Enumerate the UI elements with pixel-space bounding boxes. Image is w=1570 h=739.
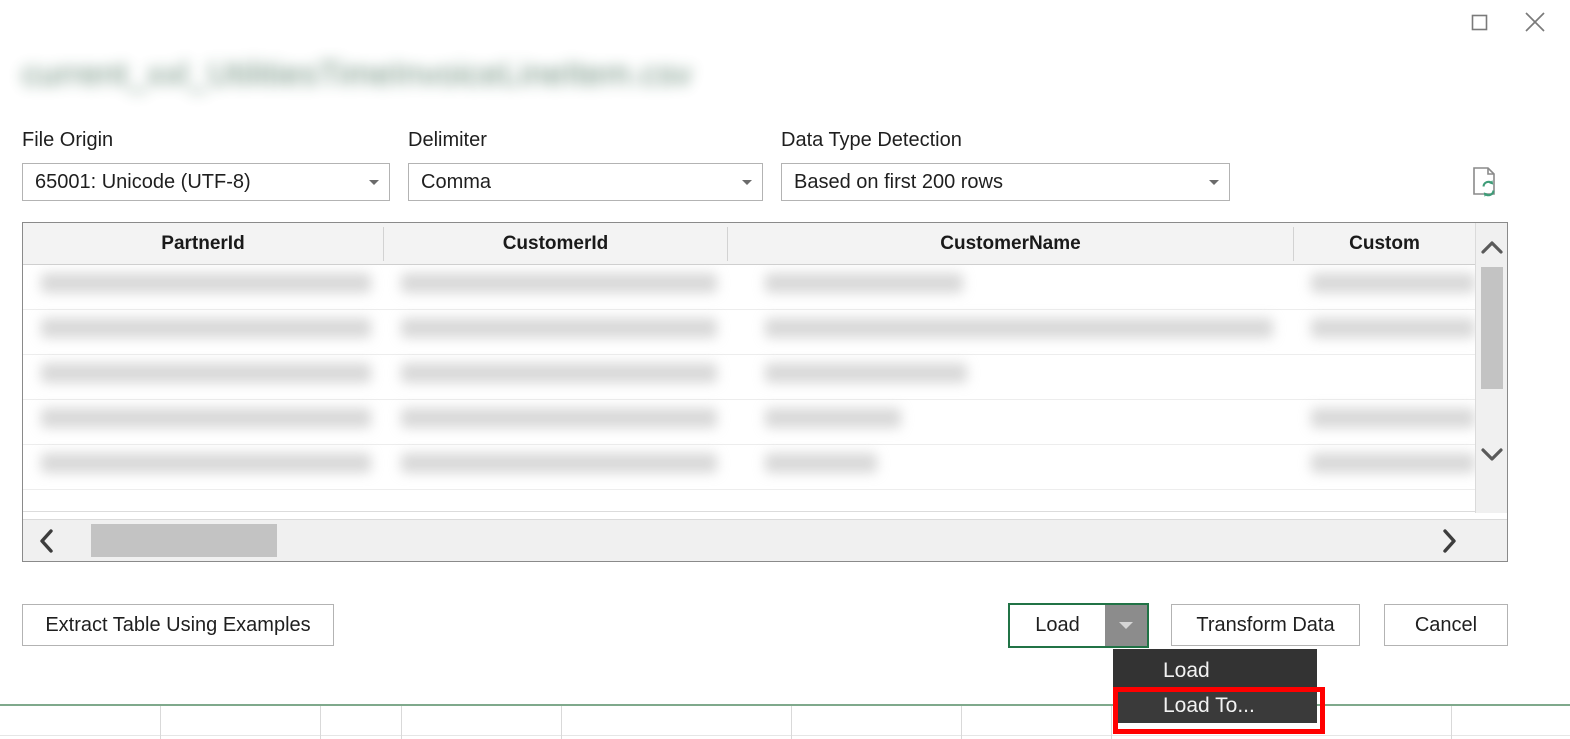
delimiter-value: Comma (421, 170, 492, 193)
table-row[interactable] (23, 310, 1475, 354)
caret-down-icon (1119, 622, 1133, 629)
cell-custom (1311, 273, 1475, 293)
column-header-partnerid[interactable]: PartnerId (23, 223, 383, 264)
table-row[interactable] (23, 265, 1475, 309)
cell-customerid (401, 453, 717, 473)
cell-custom (1311, 453, 1475, 473)
cell-customerid (401, 408, 717, 428)
cell-partnerid (41, 318, 371, 338)
csv-import-dialog: current_xxl_UtilitiesTimeInvoiceLineItem… (0, 0, 1570, 700)
cell-partnerid (41, 363, 371, 383)
data-type-detection-select[interactable]: Based on first 200 rows (781, 163, 1230, 201)
maximize-button[interactable] (1456, 2, 1502, 42)
load-split-button[interactable]: Load (1008, 603, 1149, 648)
chevron-down-icon (732, 179, 762, 185)
cell-custom (1311, 408, 1475, 428)
worksheet-column-divider (401, 706, 402, 739)
menu-item-load[interactable]: Load (1113, 653, 1317, 688)
data-type-detection-value: Based on first 200 rows (794, 170, 1003, 193)
table-row[interactable] (23, 445, 1475, 489)
cell-customerid (401, 318, 717, 338)
cell-customername (765, 453, 877, 473)
delimiter-select[interactable]: Comma (408, 163, 763, 201)
chevron-up-icon[interactable] (1476, 233, 1507, 263)
preview-header-row: PartnerId CustomerId CustomerName Custom (23, 223, 1507, 265)
load-dropdown-menu: Load Load To... (1113, 649, 1317, 723)
worksheet-column-divider (1111, 706, 1112, 739)
cell-customername (765, 408, 901, 428)
file-origin-select[interactable]: 65001: Unicode (UTF-8) (22, 163, 390, 201)
cancel-button[interactable]: Cancel (1384, 604, 1508, 646)
worksheet-column-divider (791, 706, 792, 739)
data-type-detection-label: Data Type Detection (781, 129, 962, 151)
load-button[interactable]: Load (1010, 605, 1105, 646)
menu-item-load-to[interactable]: Load To... (1113, 688, 1317, 723)
worksheet-cells[interactable] (0, 703, 1570, 739)
cell-partnerid (41, 273, 371, 293)
table-row[interactable] (23, 355, 1475, 399)
row-divider (23, 489, 1475, 490)
vertical-scroll-thumb[interactable] (1481, 267, 1503, 389)
cell-partnerid (41, 453, 371, 473)
column-header-customername[interactable]: CustomerName (728, 223, 1293, 264)
page-title: current_xxl_UtilitiesTimeInvoiceLineItem… (22, 55, 692, 92)
file-origin-label: File Origin (22, 129, 114, 151)
delimiter-label: Delimiter (408, 129, 487, 151)
table-row[interactable] (23, 400, 1475, 444)
cell-customername (765, 318, 1273, 338)
cell-custom (1311, 318, 1475, 338)
chevron-down-icon (359, 179, 389, 185)
cell-customername (765, 363, 967, 383)
worksheet-column-divider (561, 706, 562, 739)
cell-customername (765, 273, 963, 293)
transform-data-button[interactable]: Transform Data (1171, 604, 1360, 646)
data-preview-panel: PartnerId CustomerId CustomerName Custom (22, 222, 1508, 562)
dialog-titlebar (0, 0, 1570, 44)
worksheet-green-rule (0, 704, 1570, 706)
file-origin-value: 65001: Unicode (UTF-8) (35, 170, 251, 193)
cell-customerid (401, 273, 717, 293)
load-dropdown-toggle[interactable] (1105, 605, 1147, 646)
chevron-down-icon[interactable] (1476, 439, 1507, 469)
worksheet-column-divider (320, 706, 321, 739)
preview-horizontal-scrollbar[interactable] (23, 519, 1507, 561)
horizontal-scroll-thumb[interactable] (91, 524, 277, 557)
chevron-down-icon (1199, 179, 1229, 185)
worksheet-column-divider (961, 706, 962, 739)
column-header-custom[interactable]: Custom (1294, 223, 1475, 264)
cell-customerid (401, 363, 717, 383)
chevron-left-icon[interactable] (23, 520, 71, 561)
document-refresh-icon[interactable] (1466, 163, 1504, 201)
cell-partnerid (41, 408, 371, 428)
worksheet-column-divider (160, 706, 161, 739)
preview-rows (23, 265, 1475, 510)
chevron-right-icon[interactable] (1425, 520, 1473, 561)
preview-vertical-scrollbar[interactable] (1475, 223, 1507, 513)
column-header-customerid[interactable]: CustomerId (384, 223, 727, 264)
close-button[interactable] (1512, 2, 1558, 42)
worksheet-row-divider (0, 735, 1570, 736)
extract-table-using-examples-button[interactable]: Extract Table Using Examples (22, 604, 334, 646)
worksheet-column-divider (1451, 706, 1452, 739)
